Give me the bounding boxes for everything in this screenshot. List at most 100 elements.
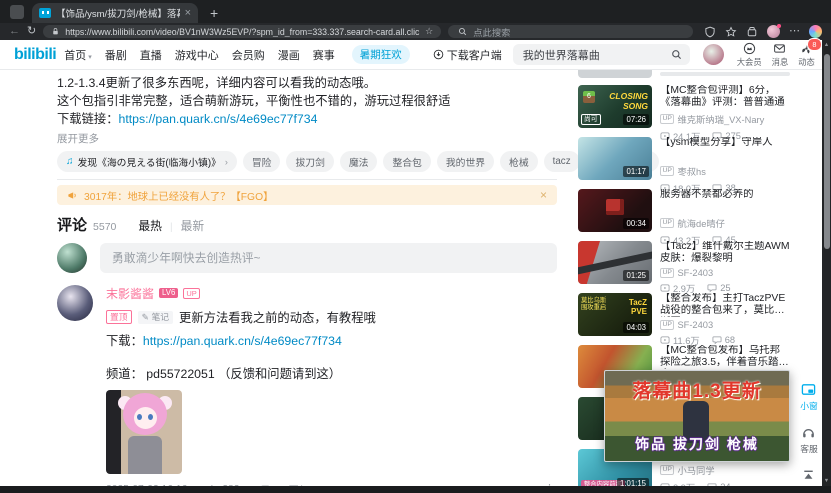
comment-line: 频道： pd55722051 （反馈和问题请到这） — [106, 367, 342, 381]
essentials-shield-icon[interactable] — [704, 26, 716, 38]
video-card[interactable]: 6 CLOSING SONG 尚可 07:26 【MC整合包评测】6分，《落幕曲》… — [578, 85, 790, 142]
search-icon[interactable] — [671, 49, 682, 60]
nav-live[interactable]: 直播 — [140, 47, 162, 63]
tag-pill[interactable]: 魔法 — [339, 151, 378, 172]
my-avatar[interactable] — [57, 243, 87, 273]
search-icon — [459, 27, 467, 36]
comments-header: 评论 5570 最热 | 最新 — [57, 214, 557, 235]
site-search-input[interactable] — [520, 47, 667, 62]
chevron-down-icon: ▾ — [88, 53, 92, 61]
video-author[interactable]: UP 小马同学 — [660, 463, 790, 477]
comment-image[interactable] — [106, 390, 182, 474]
tag-pill[interactable]: 冒险 — [242, 151, 281, 172]
sort-hot-button[interactable]: 最热 — [138, 217, 162, 234]
notice-banner[interactable]: 3017年：地球上已经没有人了？【FGO】 × — [57, 185, 557, 205]
customer-service-button[interactable]: 客服 — [800, 425, 818, 455]
video-thumbnail[interactable]: 莫比乌斯围攻重启 TacZ PVE 04:03 — [578, 293, 652, 336]
video-thumbnail[interactable]: 6 CLOSING SONG 尚可 07:26 — [578, 85, 652, 128]
user-menu: 大会员 消息 8 动态 收藏 历史 创作中心 — [732, 37, 831, 68]
video-title[interactable]: 服务器不禁都必养的 — [660, 189, 790, 213]
video-title[interactable]: 【ysm模型分享】守岸人 — [660, 137, 790, 161]
browser-search[interactable]: 点此搜索 — [448, 25, 693, 38]
copilot-icon[interactable] — [809, 25, 822, 38]
favorites-star-icon[interactable] — [725, 25, 737, 38]
collections-icon[interactable] — [746, 26, 758, 38]
video-card[interactable]: 01:25 【Tacz】维什戴尔主题AWM皮肤：爆裂黎明 UP SF-2403 2… — [578, 241, 790, 294]
expand-more-button[interactable]: 展开更多 — [57, 131, 557, 146]
bilibili-logo[interactable]: bilibili — [14, 46, 57, 64]
up-icon: UP — [660, 166, 675, 176]
menu-message[interactable]: 消息 — [767, 42, 794, 68]
nav-shop[interactable]: 会员购 — [232, 47, 265, 63]
nav-summer-promo[interactable]: 暑期狂欢 — [351, 45, 410, 64]
comment-input[interactable] — [100, 243, 557, 273]
tag-pill[interactable]: tacz — [543, 151, 580, 172]
nav-manga[interactable]: 漫画 — [278, 47, 300, 63]
video-author[interactable]: UP 维克斯纳瑞_VX-Nary — [660, 112, 790, 126]
pencil-icon: ✎ — [141, 311, 149, 322]
danmaku-count-icon — [712, 336, 722, 345]
site-search[interactable] — [512, 44, 690, 65]
duration-badge: 01:17 — [623, 166, 649, 177]
url-bar[interactable]: https://www.bilibili.com/video/BV1nW3Wz5… — [43, 25, 442, 38]
tag-pill[interactable]: 整合包 — [383, 151, 431, 172]
video-author[interactable]: UP SF-2403 — [660, 320, 790, 330]
scroll-down-icon[interactable]: ▼ — [822, 478, 831, 484]
duration-badge: 04:03 — [623, 322, 649, 333]
nav-esports[interactable]: 赛事 — [313, 47, 335, 63]
nav-bangumi[interactable]: 番剧 — [105, 47, 127, 63]
new-tab-button[interactable]: + — [210, 6, 218, 20]
video-card[interactable]: 01:17 【ysm模型分享】守岸人 UP 枣叔hs 18.0万 38 — [578, 137, 790, 194]
video-author[interactable]: UP 航海de晴仔 — [660, 216, 790, 230]
tab-actions-icon[interactable] — [10, 5, 24, 19]
video-thumbnail[interactable]: 00:34 — [578, 189, 652, 232]
download-link[interactable]: https://pan.quark.cn/s/4e69ec77f734 — [119, 112, 318, 126]
video-title[interactable]: 【整合发布】主打TaczPVE战役的整合包来了，莫比乌斯围… — [660, 293, 790, 317]
browser-profile-avatar[interactable] — [767, 24, 781, 38]
commenter-avatar[interactable] — [57, 285, 93, 321]
page-scrollbar[interactable]: ▲ ▼ — [822, 40, 831, 486]
play-count-icon — [660, 284, 670, 292]
tab-strip: 【饰品/ysm/拔刀剑/枪械】落幕… × + — [0, 0, 831, 23]
download-client-link[interactable]: 下载客户端 — [433, 47, 502, 63]
comment-download-link[interactable]: https://pan.quark.cn/s/4e69ec77f734 — [143, 334, 342, 348]
menu-vip[interactable]: 大会员 — [732, 42, 767, 68]
video-thumbnail[interactable]: 01:17 — [578, 137, 652, 180]
video-author[interactable]: UP SF-2403 — [660, 268, 790, 278]
nav-home[interactable]: 首页 ▾ — [64, 47, 92, 63]
sort-divider: | — [169, 222, 173, 233]
user-avatar[interactable] — [702, 44, 724, 65]
pip-window-button[interactable]: 小窗 — [800, 382, 818, 412]
browser-menu-icon[interactable]: ⋯ — [789, 26, 800, 37]
tag-pill[interactable]: 我的世界 — [436, 151, 495, 172]
commenter-name[interactable]: 末影酱酱 — [106, 285, 154, 302]
nav-game-center[interactable]: 游戏中心 — [175, 47, 219, 63]
bookmark-star-icon[interactable]: ☆ — [425, 26, 433, 37]
video-author[interactable]: UP 枣叔hs — [660, 164, 790, 178]
description-line: 这个包指引非常完整，适合萌新游玩，平衡性也不错的，游玩过程很舒适 — [57, 94, 451, 108]
video-thumbnail[interactable]: 01:25 — [578, 241, 652, 284]
video-card[interactable]: 莫比乌斯围攻重启 TacZ PVE 04:03 【整合发布】主打TaczPVE战役… — [578, 293, 790, 346]
video-title[interactable]: 【MC整合包发布】乌托邦探险之旅3.5，伴着音乐踏遍未… — [660, 345, 790, 369]
scroll-up-icon[interactable]: ▲ — [822, 42, 831, 48]
browser-toolbar: ← ↻ https://www.bilibili.com/video/BV1nW… — [0, 23, 831, 40]
browser-search-placeholder: 点此搜索 — [473, 27, 511, 38]
video-card[interactable]: 00:34 服务器不禁都必养的 UP 航海de晴仔 43.2万 45 — [578, 189, 790, 246]
refresh-icon[interactable]: ↻ — [27, 26, 36, 37]
back-icon[interactable]: ← — [9, 26, 20, 37]
tab-close-icon[interactable]: × — [185, 8, 191, 19]
video-title[interactable]: 【MC整合包评测】6分，《落幕曲》评测：普普通通 — [660, 85, 790, 109]
notice-close-icon[interactable]: × — [540, 188, 547, 202]
music-tag[interactable]: ♫ 发现《海の見える街(临海小镇)》 › — [57, 151, 237, 172]
video-title[interactable]: 【Tacz】维什戴尔主题AWM皮肤：爆裂黎明 — [660, 241, 790, 265]
thumb-overlay-text: CLOSING SONG — [609, 91, 648, 111]
menu-dynamic[interactable]: 8 动态 — [793, 37, 822, 68]
sort-new-button[interactable]: 最新 — [181, 217, 205, 234]
tag-pill[interactable]: 拔刀剑 — [286, 151, 334, 172]
browser-icons: ⋯ — [704, 24, 822, 38]
browser-tab[interactable]: 【饰品/ysm/拔刀剑/枪械】落幕… × — [32, 3, 198, 23]
scrollbar-thumb[interactable] — [823, 54, 830, 249]
mini-player[interactable]: 落幕曲1.3更新 饰品 拔刀剑 枪械 — [604, 370, 790, 462]
mini-player-title: 落幕曲1.3更新 — [632, 381, 762, 402]
tag-pill[interactable]: 枪械 — [500, 151, 538, 172]
